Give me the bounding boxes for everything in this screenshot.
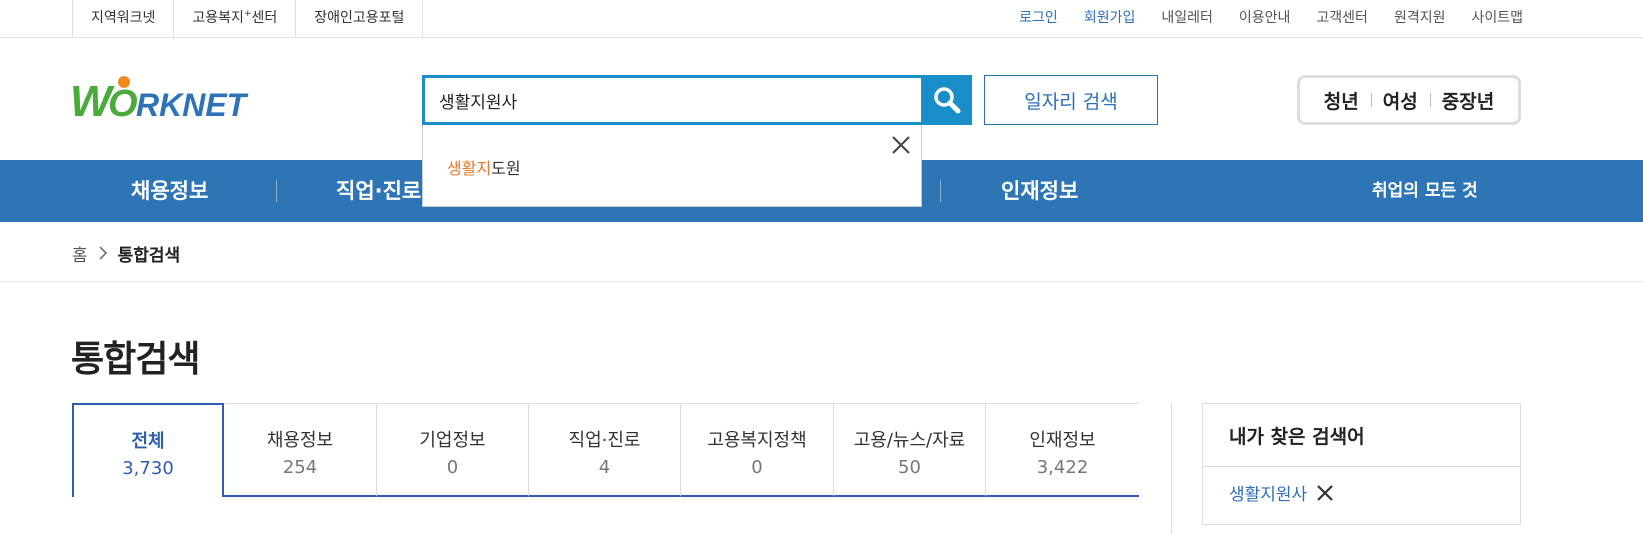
welfare-center-label-pre: 고용복지 <box>192 10 244 26</box>
tab-welfare-policy[interactable]: 고용복지정책 0 <box>681 403 834 497</box>
breadcrumb: 홈 통합검색 <box>72 238 180 268</box>
suggestion-rest: 도원 <box>491 159 521 178</box>
gnb-item-all-about-employment[interactable]: 취업의 모든 것 <box>1372 160 1478 222</box>
tab-label: 기업정보 <box>419 430 486 451</box>
link-customer-center[interactable]: 고객센터 <box>1316 0 1368 38</box>
category-tabs: 전체 3,730 채용정보 254 기업정보 0 직업·진로 4 고용복지정책 … <box>72 403 1139 498</box>
tab-all[interactable]: 전체 3,730 <box>72 403 224 497</box>
tab-talent[interactable]: 인재정보 3,422 <box>986 403 1139 497</box>
tab-count: 4 <box>598 457 611 478</box>
divider <box>1203 466 1520 467</box>
tab-count: 0 <box>446 457 459 478</box>
search-history-item: 생활지원사 <box>1229 480 1335 505</box>
gnb-item-jobs[interactable]: 채용정보 <box>131 160 208 222</box>
tab-company[interactable]: 기업정보 0 <box>377 403 529 497</box>
close-icon[interactable] <box>1315 483 1335 503</box>
link-guide[interactable]: 이용안내 <box>1239 0 1291 38</box>
search-button[interactable] <box>922 75 972 125</box>
age-tab-women[interactable]: 여성 <box>1370 87 1430 114</box>
suggestion-item[interactable]: 생활지도원 <box>447 155 521 179</box>
divider <box>0 281 1643 282</box>
close-icon[interactable] <box>889 133 913 157</box>
link-local-worknet[interactable]: 지역워크넷 <box>72 0 173 38</box>
breadcrumb-current: 통합검색 <box>117 245 181 266</box>
tab-count: 50 <box>898 457 921 478</box>
gnb-item-career[interactable]: 직업·진로 <box>336 160 421 222</box>
gnb-item-talent[interactable]: 인재정보 <box>1001 160 1078 222</box>
search-history-panel: 내가 찾은 검색어 생활지원사 <box>1202 403 1521 525</box>
welfare-center-label-post: 센터 <box>251 10 278 26</box>
tab-news[interactable]: 고용/뉴스/자료 50 <box>834 403 986 497</box>
tab-label: 채용정보 <box>266 430 334 451</box>
worknet-logo[interactable]: W O RKNET <box>70 74 266 124</box>
age-tab-middle-aged[interactable]: 중장년 <box>1429 87 1506 114</box>
tab-label: 직업·진로 <box>568 430 641 451</box>
tab-count: 0 <box>751 457 763 478</box>
link-sitemap[interactable]: 사이트맵 <box>1471 0 1523 38</box>
welfare-center-plus: + <box>243 9 252 19</box>
top-left-links: 지역워크넷 고용복지+센터 장애인고용포털 <box>72 0 424 38</box>
search-history-keyword[interactable]: 생활지원사 <box>1229 480 1307 505</box>
breadcrumb-home[interactable]: 홈 <box>72 241 88 266</box>
tab-jobs[interactable]: 채용정보 254 <box>224 403 377 497</box>
link-signup[interactable]: 회원가입 <box>1084 0 1136 38</box>
search-box <box>422 75 924 125</box>
page-title: 통합검색 <box>71 339 200 380</box>
age-group-tabs: 청년 여성 중장년 <box>1297 75 1521 125</box>
top-right-links: 로그인 회원가입 내일레터 이용안내 고객센터 원격지원 사이트맵 <box>993 0 1523 38</box>
link-welfare-center[interactable]: 고용복지+센터 <box>173 0 295 38</box>
tab-count: 3,730 <box>122 458 174 479</box>
chevron-right-icon <box>99 246 107 260</box>
link-remote-support[interactable]: 원격지원 <box>1394 0 1446 38</box>
search-history-title: 내가 찾은 검색어 <box>1229 426 1365 448</box>
gnb-divider <box>276 180 277 202</box>
age-tab-youth[interactable]: 청년 <box>1312 87 1371 114</box>
tab-label: 인재정보 <box>1029 430 1096 451</box>
suggestion-highlight: 생활지 <box>447 159 492 178</box>
search-suggestions: 생활지도원 <box>422 125 922 207</box>
job-search-button[interactable]: 일자리 검색 <box>984 75 1158 125</box>
logo-text-rest: RKNET <box>136 87 249 123</box>
divider <box>1171 403 1172 534</box>
tab-count: 3,422 <box>1036 457 1089 478</box>
search-icon <box>934 87 961 114</box>
link-login[interactable]: 로그인 <box>1019 0 1058 38</box>
tab-count: 254 <box>282 457 318 478</box>
tab-label: 전체 <box>131 431 165 452</box>
tab-label: 고용복지정책 <box>707 430 807 451</box>
gnb-divider <box>940 180 941 202</box>
tab-career[interactable]: 직업·진로 4 <box>529 403 681 497</box>
logo-letter-o: O <box>108 83 138 124</box>
top-utility-bar: 지역워크넷 고용복지+센터 장애인고용포털 로그인 회원가입 내일레터 이용안내… <box>0 0 1643 38</box>
tab-label: 고용/뉴스/자료 <box>853 430 966 451</box>
link-my-letter[interactable]: 내일레터 <box>1161 0 1213 38</box>
link-disabled-portal[interactable]: 장애인고용포털 <box>295 0 424 38</box>
search-input[interactable] <box>425 78 921 122</box>
